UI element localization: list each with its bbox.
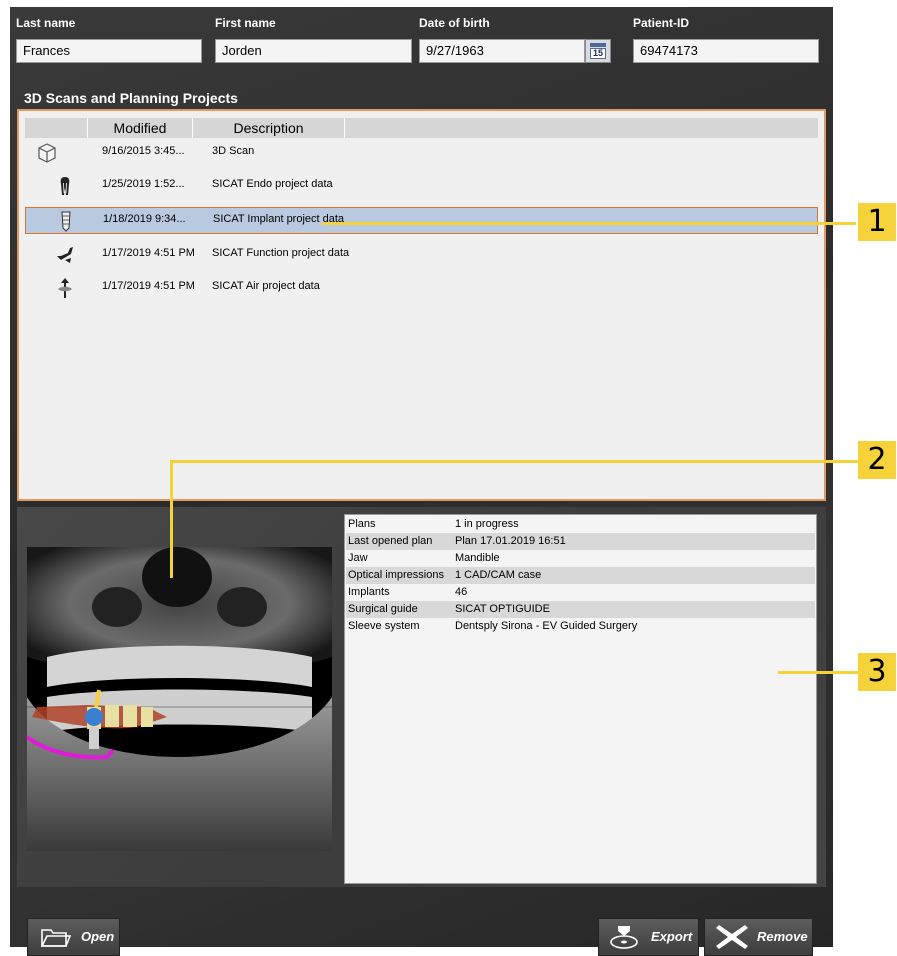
callout-2-line-vertical bbox=[170, 460, 173, 578]
info-key: Sleeve system bbox=[348, 620, 420, 632]
patient-id-field[interactable]: 69474173 bbox=[633, 39, 819, 63]
info-value: 1 in progress bbox=[455, 518, 519, 530]
info-row-optical-impressions: Optical impressions 1 CAD/CAM case bbox=[346, 567, 815, 584]
folder-open-icon bbox=[40, 929, 72, 947]
row-modified: 1/17/2019 4:51 PM bbox=[102, 247, 195, 259]
last-name-label: Last name bbox=[16, 16, 76, 30]
tooth-endo-icon bbox=[35, 175, 95, 197]
row-description: SICAT Air project data bbox=[212, 280, 320, 292]
info-row-implants: Implants 46 bbox=[346, 584, 815, 601]
info-row-last-opened-plan: Last opened plan Plan 17.01.2019 16:51 bbox=[346, 533, 815, 550]
project-info-table: Plans 1 in progress Last opened plan Pla… bbox=[344, 514, 817, 884]
export-button[interactable]: Export bbox=[598, 918, 699, 956]
export-button-label: Export bbox=[651, 929, 693, 944]
open-button-label: Open bbox=[81, 929, 115, 944]
project-details-panel: Plans 1 in progress Last opened plan Pla… bbox=[17, 507, 826, 887]
row-description: SICAT Endo project data bbox=[212, 178, 333, 190]
list-item-selected[interactable]: 1/18/2019 9:34... SICAT Implant project … bbox=[25, 207, 818, 234]
calendar-button[interactable]: 15 bbox=[585, 39, 611, 63]
row-modified: 1/25/2019 1:52... bbox=[102, 178, 185, 190]
info-value: Plan 17.01.2019 16:51 bbox=[455, 535, 566, 547]
callout-1-badge: 1 bbox=[858, 203, 896, 241]
callout-2-badge: 2 bbox=[858, 441, 896, 479]
remove-x-icon bbox=[716, 925, 748, 949]
info-value: SICAT OPTIGUIDE bbox=[455, 603, 550, 615]
dob-label: Date of birth bbox=[419, 16, 490, 30]
info-row-surgical-guide: Surgical guide SICAT OPTIGUIDE bbox=[346, 601, 815, 618]
info-key: Implants bbox=[348, 586, 390, 598]
row-modified: 1/18/2019 9:34... bbox=[103, 213, 186, 225]
remove-button[interactable]: Remove bbox=[704, 918, 813, 956]
export-disc-icon bbox=[610, 926, 638, 949]
list-item[interactable]: 1/25/2019 1:52... SICAT Endo project dat… bbox=[25, 173, 818, 200]
callout-2-line bbox=[170, 460, 858, 463]
projects-list[interactable]: Modified Description 9/16/2015 3:45... 3… bbox=[17, 109, 826, 501]
callout-3-badge: 3 bbox=[858, 653, 896, 691]
list-item[interactable]: 9/16/2015 3:45... 3D Scan bbox=[25, 140, 818, 167]
row-description: 3D Scan bbox=[212, 145, 255, 157]
callout-1-line bbox=[322, 222, 856, 225]
open-button[interactable]: Open bbox=[27, 918, 120, 956]
row-description: SICAT Function project data bbox=[212, 247, 350, 259]
info-value: Mandible bbox=[455, 552, 500, 564]
info-key: Surgical guide bbox=[348, 603, 418, 615]
info-key: Jaw bbox=[348, 552, 368, 564]
info-value: Dentsply Sirona - EV Guided Surgery bbox=[455, 620, 638, 632]
row-modified: 9/16/2015 3:45... bbox=[102, 145, 185, 157]
list-item[interactable]: 1/17/2019 4:51 PM SICAT Function project… bbox=[25, 242, 818, 269]
panoramic-preview-image bbox=[27, 547, 332, 851]
list-item[interactable]: 1/17/2019 4:51 PM SICAT Air project data bbox=[25, 275, 818, 302]
projects-section-title: 3D Scans and Planning Projects bbox=[24, 90, 238, 106]
list-header: Modified Description bbox=[25, 118, 818, 138]
last-name-field[interactable]: Frances bbox=[16, 39, 202, 63]
first-name-label: First name bbox=[215, 16, 276, 30]
info-key: Plans bbox=[348, 518, 376, 530]
calendar-icon bbox=[590, 43, 606, 47]
column-header-description[interactable]: Description bbox=[193, 118, 345, 138]
cube-scan-icon bbox=[35, 142, 95, 164]
info-value: 46 bbox=[455, 586, 468, 598]
project-window: Last name Frances First name Jorden Date… bbox=[10, 7, 833, 947]
column-header-modified[interactable]: Modified bbox=[88, 118, 193, 138]
column-header-icon[interactable] bbox=[25, 118, 88, 138]
implant-icon bbox=[36, 210, 96, 232]
info-key: Last opened plan bbox=[348, 535, 433, 547]
info-value: 1 CAD/CAM case bbox=[455, 569, 542, 581]
info-row-jaw: Jaw Mandible bbox=[346, 550, 815, 567]
info-row-plans: Plans 1 in progress bbox=[346, 516, 815, 533]
callout-3-line bbox=[778, 671, 858, 674]
jaw-function-icon bbox=[35, 244, 95, 266]
airway-icon bbox=[35, 277, 95, 299]
dob-field[interactable]: 9/27/1963 bbox=[419, 39, 585, 63]
info-key: Optical impressions bbox=[348, 569, 444, 581]
patient-id-label: Patient-ID bbox=[633, 16, 690, 30]
calendar-day: 15 bbox=[590, 48, 606, 59]
row-modified: 1/17/2019 4:51 PM bbox=[102, 280, 195, 292]
remove-button-label: Remove bbox=[757, 929, 808, 944]
info-row-sleeve-system: Sleeve system Dentsply Sirona - EV Guide… bbox=[346, 618, 815, 635]
first-name-field[interactable]: Jorden bbox=[215, 39, 412, 63]
